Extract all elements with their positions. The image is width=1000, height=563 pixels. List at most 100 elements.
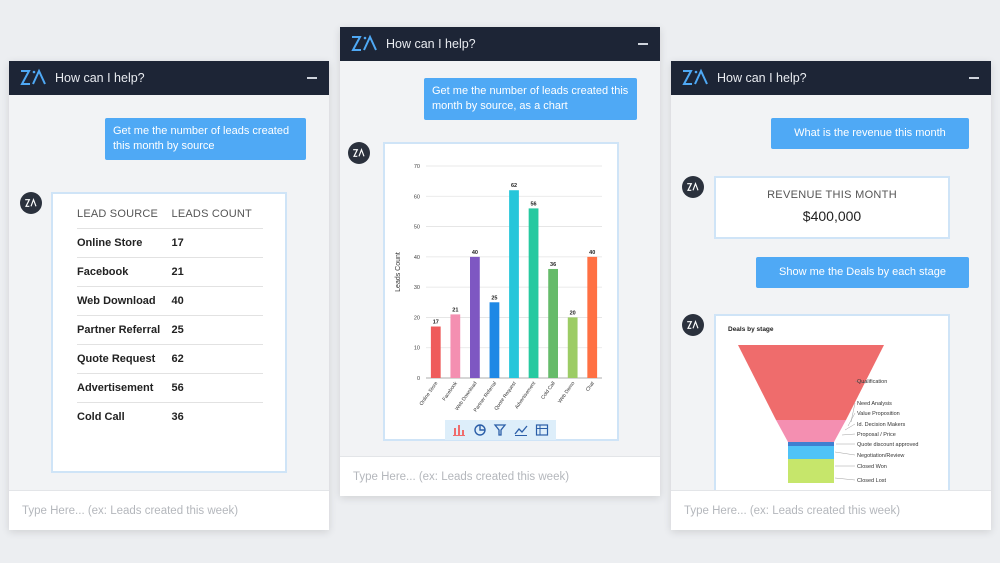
y-tick-label: 40 xyxy=(414,255,420,261)
data-label: 17 xyxy=(433,320,439,326)
table-row: Partner Referral 25 xyxy=(77,315,263,345)
funnel-icon[interactable] xyxy=(493,423,507,437)
bar xyxy=(430,326,441,378)
x-tick-label: Advertisement xyxy=(514,380,538,410)
funnel-stage-label: Id. Decision Makers xyxy=(857,422,906,428)
minimize-icon[interactable] xyxy=(969,77,979,79)
revenue-value: $400,000 xyxy=(802,208,862,224)
data-label: 40 xyxy=(589,250,595,256)
leads-bar-chart: 0 10 20 30 40 50 60 70 Leads Count 17 Online Store… xyxy=(395,164,602,413)
bar xyxy=(548,268,558,378)
y-tick-label: 30 xyxy=(414,285,420,291)
y-tick-label: 10 xyxy=(414,346,420,352)
funnel-leader-line xyxy=(847,412,856,427)
revenue-title: REVENUE THIS MONTH xyxy=(767,189,897,201)
funnel-leader-line xyxy=(834,477,856,481)
table-row: Online Store 17 xyxy=(77,228,263,258)
x-tick-label: Web Demo xyxy=(557,381,576,405)
user-message: What is the revenue this month xyxy=(771,118,969,149)
chat-header: How can I help? xyxy=(9,61,329,95)
table-row: Advertisement 56 xyxy=(77,373,263,403)
chart-toolbar xyxy=(445,420,556,440)
data-label: 36 xyxy=(550,262,556,268)
column-header: LEAD SOURCE xyxy=(77,208,159,220)
bar xyxy=(489,302,500,378)
funnel-stage-label: Quote discount approved xyxy=(857,442,918,448)
chat-window-left: How can I help? Get me the number of lea… xyxy=(9,61,329,530)
funnel-leader-line xyxy=(834,451,856,456)
data-label: 20 xyxy=(570,310,576,316)
bot-avatar-icon xyxy=(682,314,704,336)
data-label: 56 xyxy=(530,201,536,207)
funnel-stage-label: Value Proposition xyxy=(857,411,900,417)
funnel-stage-label: Closed Lost xyxy=(857,478,887,484)
y-tick-label: 50 xyxy=(414,225,420,231)
bar xyxy=(567,317,578,378)
zia-logo-icon xyxy=(20,68,46,85)
y-axis-label: Leads Count xyxy=(395,252,402,292)
data-label: 25 xyxy=(491,295,497,301)
lead-count: 21 xyxy=(171,257,263,287)
y-tick-label: 20 xyxy=(414,315,420,321)
lead-source: Partner Referral xyxy=(77,315,172,345)
bot-avatar-icon xyxy=(348,142,370,164)
lead-count: 56 xyxy=(171,373,263,403)
y-tick-label: 0 xyxy=(417,376,420,382)
bar xyxy=(450,314,461,378)
chat-window-right: How can I help? What is the revenue this… xyxy=(671,61,991,530)
minimize-icon[interactable] xyxy=(307,77,317,79)
table-row: Web Download 40 xyxy=(77,286,263,316)
leads-table-card: LEAD SOURCE LEADS COUNT Online Store 17 F… xyxy=(51,192,287,473)
message-input[interactable]: Type Here... (ex: Leads created this wee… xyxy=(340,456,660,496)
funnel-segment xyxy=(776,420,846,442)
table-row: Quote Request 62 xyxy=(77,344,263,374)
lead-count: 62 xyxy=(171,344,263,374)
table-icon[interactable] xyxy=(535,423,549,437)
y-tick-label: 70 xyxy=(414,164,420,170)
lead-count: 17 xyxy=(171,228,263,258)
bar xyxy=(470,256,480,378)
funnel-segment xyxy=(788,446,834,459)
x-tick-label: Cold Call xyxy=(540,381,557,401)
bar-chart-icon[interactable] xyxy=(452,423,466,437)
funnel-chart-card: Deals by stage Qualification Need Analysis… xyxy=(714,314,950,494)
user-message: Get me the number of leads created this … xyxy=(424,78,637,120)
chart-title: Deals by stage xyxy=(728,326,774,333)
chat-title: How can I help? xyxy=(55,71,145,85)
leads-table: LEAD SOURCE LEADS COUNT Online Store 17 F… xyxy=(77,204,263,431)
lead-count: 40 xyxy=(171,286,263,316)
data-label: 62 xyxy=(511,183,517,189)
user-message: Show me the Deals by each stage xyxy=(756,257,969,288)
revenue-card: REVENUE THIS MONTH $400,000 xyxy=(714,176,950,239)
funnel-stage-label: Negotiation/Review xyxy=(857,453,904,459)
chat-title: How can I help? xyxy=(717,71,807,85)
y-tick-label: 60 xyxy=(414,194,420,200)
message-input[interactable]: Type Here... (ex: Leads created this wee… xyxy=(671,490,991,530)
deals-funnel-chart: Deals by stage Qualification Need Analysis… xyxy=(728,326,918,484)
lead-source: Online Store xyxy=(77,228,172,258)
minimize-icon[interactable] xyxy=(638,43,648,45)
chat-header: How can I help? xyxy=(340,27,660,61)
zia-logo-icon xyxy=(682,68,708,85)
lead-source: Web Download xyxy=(77,286,172,316)
pie-chart-icon[interactable] xyxy=(473,423,487,437)
lead-source: Cold Call xyxy=(77,402,172,431)
line-chart-icon[interactable] xyxy=(514,423,528,437)
funnel-stage-label: Need Analysis xyxy=(857,401,892,407)
chat-title: How can I help? xyxy=(386,37,476,51)
funnel-stage-label: Qualification xyxy=(857,379,887,385)
column-header: LEADS COUNT xyxy=(171,208,252,220)
table-row: Facebook 21 xyxy=(77,257,263,287)
x-tick-label: Online Store xyxy=(419,381,440,407)
lead-source: Quote Request xyxy=(77,344,172,374)
message-input[interactable]: Type Here... (ex: Leads created this wee… xyxy=(9,490,329,530)
lead-count: 36 xyxy=(171,402,263,431)
lead-count: 25 xyxy=(171,315,263,345)
bar xyxy=(509,190,519,378)
zia-logo-icon xyxy=(351,34,377,51)
bot-avatar-icon xyxy=(682,176,704,198)
chat-window-middle: How can I help? Get me the number of lea… xyxy=(340,27,660,496)
x-tick-label: Chat xyxy=(585,380,596,393)
chat-header: How can I help? xyxy=(671,61,991,95)
funnel-stage-label: Proposal / Price xyxy=(857,432,896,438)
